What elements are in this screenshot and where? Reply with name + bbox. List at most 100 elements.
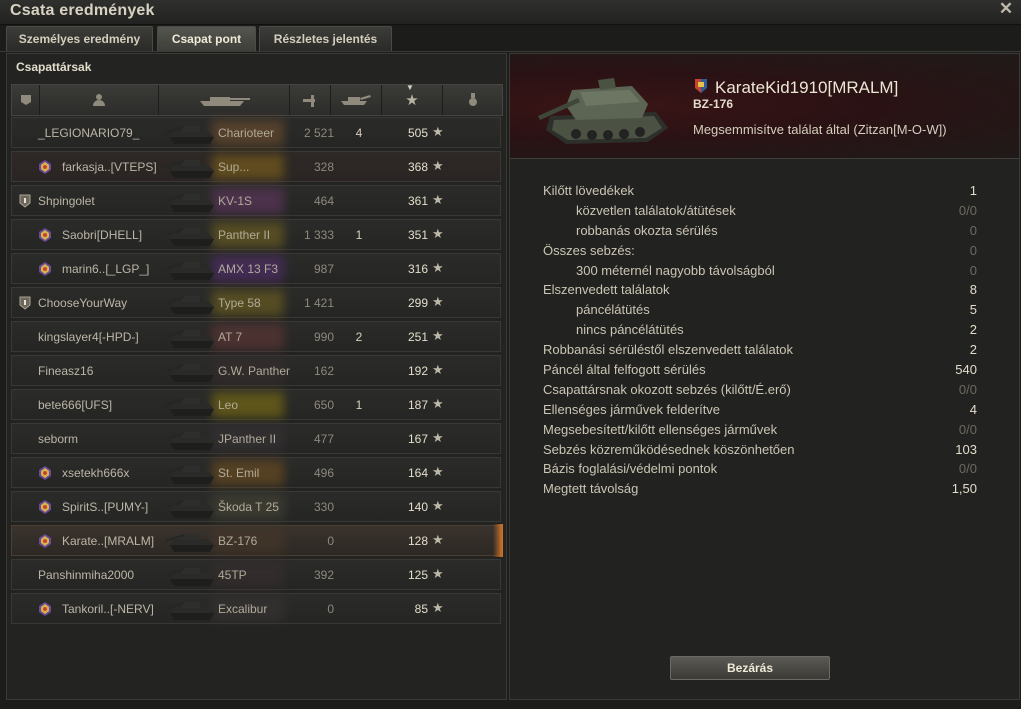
points-value: 505 — [407, 126, 428, 140]
vehicle-column-header[interactable] — [159, 85, 290, 115]
stat-row: páncélátütés 5 — [543, 300, 977, 320]
clan-emblem-icon — [38, 601, 52, 617]
player-icon — [93, 94, 105, 106]
team-panel: Csapattársak ★ ▼ _LEGIONARIO79_ Chariotee… — [6, 53, 507, 700]
star-icon: ★ — [432, 396, 444, 411]
damage-column-header[interactable] — [290, 85, 331, 115]
vehicle-name: Charioteer — [218, 126, 275, 140]
kills-column-header[interactable] — [331, 85, 382, 115]
table-row[interactable]: marin6..[_LGP_] AMX 13 F3 987 316 ★ — [11, 253, 501, 284]
player-name: Tankoril..[-NERV] — [62, 602, 154, 616]
points-value: 251 — [407, 330, 428, 344]
stat-value: 5 — [969, 302, 977, 318]
damage-value: 990 — [313, 330, 334, 344]
table-row[interactable]: seborm JPanther II 477 167 ★ — [11, 423, 501, 454]
tank-icon — [200, 97, 250, 106]
table-row[interactable]: Saobri[DHELL] Panther II 1 333 1 351 ★ — [11, 219, 501, 250]
vehicle-name: AMX 13 F3 — [218, 262, 279, 276]
stat-row: Elszenvedett találatok 8 — [543, 280, 977, 300]
vehicle-image — [538, 78, 668, 144]
clan-emblem-icon — [38, 261, 52, 277]
title-bar: Csata eredmények ✕ — [0, 0, 1021, 25]
star-icon: ★ — [432, 566, 444, 581]
table-row[interactable]: farkasja..[VTEPS] Sup... 328 368 ★ — [11, 151, 501, 182]
vehicle-name: JPanther II — [218, 432, 277, 446]
points-value: 192 — [407, 364, 428, 378]
medal-column-header[interactable] — [443, 85, 502, 115]
table-row[interactable]: ChooseYourWay Type 58 1 421 299 ★ — [11, 287, 501, 318]
points-value: 164 — [407, 466, 428, 480]
table-row[interactable]: SpiritS..[PUMY-] Škoda T 25 330 140 ★ — [11, 491, 501, 522]
vehicle-name: Excalibur — [218, 602, 268, 616]
damage-value: 2 521 — [303, 126, 334, 140]
player-name: Fineasz16 — [38, 364, 94, 378]
table-row[interactable]: _LEGIONARIO79_ Charioteer 2 521 4 505 ★ — [11, 117, 501, 148]
player-name: kingslayer4[-HPD-] — [38, 330, 139, 344]
star-icon: ★ — [432, 260, 444, 275]
points-icon: ★ — [405, 92, 419, 109]
tank-icon — [165, 228, 214, 246]
table-row[interactable]: Karate..[MRALM] BZ-176 0 128 ★ — [11, 524, 503, 557]
stat-label: Elszenvedett találatok — [543, 282, 670, 298]
star-icon: ★ — [432, 192, 444, 207]
tank-icon — [165, 398, 214, 416]
stat-row: Csapattársnak okozott sebzés (kilőtt/É.e… — [543, 380, 977, 400]
damage-value: 328 — [313, 160, 334, 174]
table-row[interactable]: Shpingolet KV-1S 464 361 ★ — [11, 185, 501, 216]
tank-icon — [165, 568, 214, 586]
stat-value: 0/0 — [958, 461, 977, 477]
star-icon: ★ — [432, 294, 444, 309]
tank-icon — [165, 534, 214, 552]
stat-value: 0 — [969, 242, 977, 258]
player-name: bete666[UFS] — [38, 398, 113, 412]
points-value: 299 — [407, 296, 428, 310]
stat-row: Ellenséges járművek felderítve 4 — [543, 400, 977, 420]
vehicle-name: KV-1S — [218, 194, 253, 208]
tab-personal-results[interactable]: Személyes eredmény — [6, 26, 153, 51]
squad-column-header[interactable] — [12, 85, 40, 115]
points-column-header[interactable]: ★ ▼ — [382, 83, 443, 115]
section-title: Csapattársak — [16, 60, 92, 74]
damage-value: 1 421 — [303, 296, 334, 310]
close-icon[interactable]: ✕ — [997, 0, 1015, 18]
points-value: 128 — [407, 534, 428, 548]
tank-icon — [165, 126, 214, 144]
damage-value: 1 333 — [303, 228, 334, 242]
table-row[interactable]: kingslayer4[-HPD-] AT 7 990 2 251 ★ — [11, 321, 501, 352]
platoon-icon — [18, 193, 32, 209]
stat-label: Sebzés közreműködésednek köszönhetően — [543, 441, 795, 457]
close-button[interactable]: Bezárás — [670, 656, 830, 680]
player-name: farkasja..[VTEPS] — [62, 160, 157, 174]
table-row[interactable]: Tankoril..[-NERV] Excalibur 0 85 ★ — [11, 593, 501, 624]
vehicle-name: BZ-176 — [693, 97, 734, 111]
stat-value: 2 — [969, 342, 977, 358]
clan-emblem-icon — [38, 227, 52, 243]
points-value: 125 — [407, 568, 428, 582]
player-column-header[interactable] — [40, 85, 159, 115]
tank-icon — [165, 602, 214, 620]
stat-value: 0/0 — [958, 381, 977, 397]
stat-row: Összes sebzés: 0 — [543, 241, 977, 261]
table-row[interactable]: Panshinmiha2000 45TP 392 125 ★ — [11, 559, 501, 590]
tab-team-score[interactable]: Csapat pont — [157, 26, 256, 51]
tab-detailed-report[interactable]: Részletes jelentés — [259, 26, 392, 51]
star-icon: ★ — [432, 328, 444, 343]
damage-value: 987 — [313, 262, 334, 276]
star-icon: ★ — [432, 124, 444, 139]
damage-value: 0 — [327, 602, 334, 616]
stat-value: 0 — [969, 222, 977, 238]
table-row[interactable]: bete666[UFS] Leo 650 1 187 ★ — [11, 389, 501, 420]
clan-emblem-icon — [38, 533, 52, 549]
player-name: Karate..[MRALM] — [62, 534, 155, 548]
tank-icon — [165, 364, 214, 382]
table-row[interactable]: Fineasz16 G.W. Panther 162 192 ★ — [11, 355, 501, 386]
damage-value: 0 — [327, 534, 334, 548]
table-row[interactable]: xsetekh666x St. Emil 496 164 ★ — [11, 457, 501, 488]
star-icon: ★ — [432, 498, 444, 513]
stat-value: 0/0 — [958, 202, 977, 218]
vehicle-name: 45TP — [218, 568, 247, 582]
star-icon: ★ — [432, 600, 444, 615]
stat-row: Megtett távolság 1,50 — [543, 479, 977, 499]
stat-row: nincs páncélátütés 2 — [543, 320, 977, 340]
star-icon: ★ — [432, 362, 444, 377]
